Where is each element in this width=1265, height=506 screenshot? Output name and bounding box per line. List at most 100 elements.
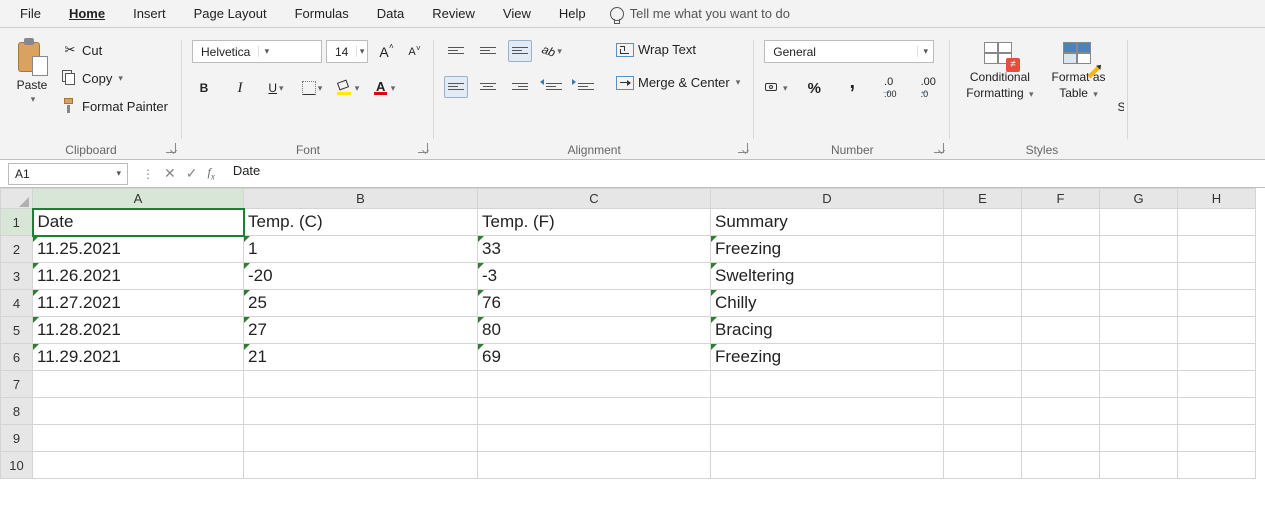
- dialog-launcher-icon[interactable]: [166, 143, 176, 153]
- cell-G6[interactable]: [1100, 344, 1178, 371]
- cell-E4[interactable]: [944, 290, 1022, 317]
- cell-F9[interactable]: [1022, 425, 1100, 452]
- col-header-C[interactable]: C: [478, 189, 711, 209]
- select-all-corner[interactable]: [1, 189, 33, 209]
- row-header-6[interactable]: 6: [1, 344, 33, 371]
- cell-F4[interactable]: [1022, 290, 1100, 317]
- cell-D9[interactable]: [711, 425, 944, 452]
- decrease-indent-button[interactable]: [540, 76, 564, 98]
- copy-button[interactable]: Copy ▾: [58, 68, 172, 88]
- cell-G5[interactable]: [1100, 317, 1178, 344]
- chevron-down-icon[interactable]: ▾: [781, 83, 788, 94]
- cell-C4[interactable]: 76: [478, 290, 711, 317]
- dialog-launcher-icon[interactable]: [418, 143, 428, 153]
- font-color-button[interactable]: A▾: [372, 77, 396, 99]
- wrap-text-button[interactable]: Wrap Text: [612, 40, 744, 59]
- dialog-launcher-icon[interactable]: [934, 143, 944, 153]
- cell-A6[interactable]: 11.29.2021: [33, 344, 244, 371]
- number-format-combo[interactable]: General▾: [764, 40, 934, 63]
- chevron-down-icon[interactable]: ▾: [1027, 89, 1034, 99]
- cell-A7[interactable]: [33, 371, 244, 398]
- row-header-8[interactable]: 8: [1, 398, 33, 425]
- menu-help[interactable]: Help: [545, 2, 600, 25]
- cell-H7[interactable]: [1178, 371, 1256, 398]
- percent-button[interactable]: [802, 77, 826, 99]
- comma-style-button[interactable]: [840, 77, 864, 99]
- format-painter-button[interactable]: Format Painter: [58, 96, 172, 116]
- col-header-H[interactable]: H: [1178, 189, 1256, 209]
- cell-G8[interactable]: [1100, 398, 1178, 425]
- merge-center-button[interactable]: Merge & Center ▾: [612, 73, 744, 92]
- cell-F3[interactable]: [1022, 263, 1100, 290]
- cell-E3[interactable]: [944, 263, 1022, 290]
- font-name-combo[interactable]: Helvetica▾: [192, 40, 322, 63]
- name-box[interactable]: A1 ▾: [8, 163, 128, 185]
- cell-D1[interactable]: Summary: [711, 209, 944, 236]
- align-center-button[interactable]: [476, 76, 500, 98]
- orientation-button[interactable]: ab▾: [540, 40, 564, 62]
- cell-C6[interactable]: 69: [478, 344, 711, 371]
- align-right-button[interactable]: [508, 76, 532, 98]
- cell-A10[interactable]: [33, 452, 244, 479]
- cell-C10[interactable]: [478, 452, 711, 479]
- chevron-down-icon[interactable]: ▾: [917, 46, 933, 57]
- cell-D7[interactable]: [711, 371, 944, 398]
- row-header-7[interactable]: 7: [1, 371, 33, 398]
- col-header-D[interactable]: D: [711, 189, 944, 209]
- cell-H3[interactable]: [1178, 263, 1256, 290]
- cell-A9[interactable]: [33, 425, 244, 452]
- cell-F8[interactable]: [1022, 398, 1100, 425]
- cell-A5[interactable]: 11.28.2021: [33, 317, 244, 344]
- chevron-down-icon[interactable]: ▾: [1091, 89, 1098, 99]
- cell-G9[interactable]: [1100, 425, 1178, 452]
- italic-button[interactable]: I: [228, 77, 252, 99]
- bold-button[interactable]: B: [192, 77, 216, 99]
- cell-A1[interactable]: Date: [33, 209, 244, 236]
- row-header-3[interactable]: 3: [1, 263, 33, 290]
- cell-B3[interactable]: -20: [244, 263, 478, 290]
- align-middle-button[interactable]: [476, 40, 500, 62]
- cell-H5[interactable]: [1178, 317, 1256, 344]
- chevron-down-icon[interactable]: ▾: [258, 46, 274, 57]
- cell-E10[interactable]: [944, 452, 1022, 479]
- namebox-menu-icon[interactable]: ⋮: [142, 167, 154, 181]
- cell-F5[interactable]: [1022, 317, 1100, 344]
- cell-C7[interactable]: [478, 371, 711, 398]
- cell-H9[interactable]: [1178, 425, 1256, 452]
- chevron-down-icon[interactable]: ▾: [389, 83, 396, 94]
- row-header-5[interactable]: 5: [1, 317, 33, 344]
- fx-icon[interactable]: fx: [207, 165, 214, 181]
- decrease-font-button[interactable]: A˅: [400, 41, 424, 63]
- row-header-4[interactable]: 4: [1, 290, 33, 317]
- chevron-down-icon[interactable]: ▾: [116, 73, 123, 84]
- chevron-down-icon[interactable]: ▾: [356, 46, 367, 57]
- cell-E8[interactable]: [944, 398, 1022, 425]
- cell-G10[interactable]: [1100, 452, 1178, 479]
- cell-C1[interactable]: Temp. (F): [478, 209, 711, 236]
- cell-C2[interactable]: 33: [478, 236, 711, 263]
- cell-B8[interactable]: [244, 398, 478, 425]
- tell-me-search[interactable]: Tell me what you want to do: [600, 2, 804, 25]
- cell-D5[interactable]: Bracing: [711, 317, 944, 344]
- menu-data[interactable]: Data: [363, 2, 418, 25]
- menu-review[interactable]: Review: [418, 2, 489, 25]
- chevron-down-icon[interactable]: ▾: [316, 83, 323, 94]
- accept-formula-button[interactable]: ✓: [186, 165, 198, 182]
- cell-C5[interactable]: 80: [478, 317, 711, 344]
- borders-button[interactable]: ▾: [300, 77, 324, 99]
- cell-A2[interactable]: 11.25.2021: [33, 236, 244, 263]
- cell-E9[interactable]: [944, 425, 1022, 452]
- cut-button[interactable]: ✂ Cut: [58, 40, 172, 60]
- cell-B7[interactable]: [244, 371, 478, 398]
- row-header-10[interactable]: 10: [1, 452, 33, 479]
- paste-button[interactable]: Paste ▾: [10, 36, 54, 107]
- cell-F2[interactable]: [1022, 236, 1100, 263]
- cell-B1[interactable]: Temp. (C): [244, 209, 478, 236]
- cell-A3[interactable]: 11.26.2021: [33, 263, 244, 290]
- menu-home[interactable]: Home: [55, 2, 119, 25]
- cell-F1[interactable]: [1022, 209, 1100, 236]
- align-top-button[interactable]: [444, 40, 468, 62]
- menu-view[interactable]: View: [489, 2, 545, 25]
- format-as-table-button[interactable]: Format as Table ▾: [1046, 40, 1112, 139]
- cell-D8[interactable]: [711, 398, 944, 425]
